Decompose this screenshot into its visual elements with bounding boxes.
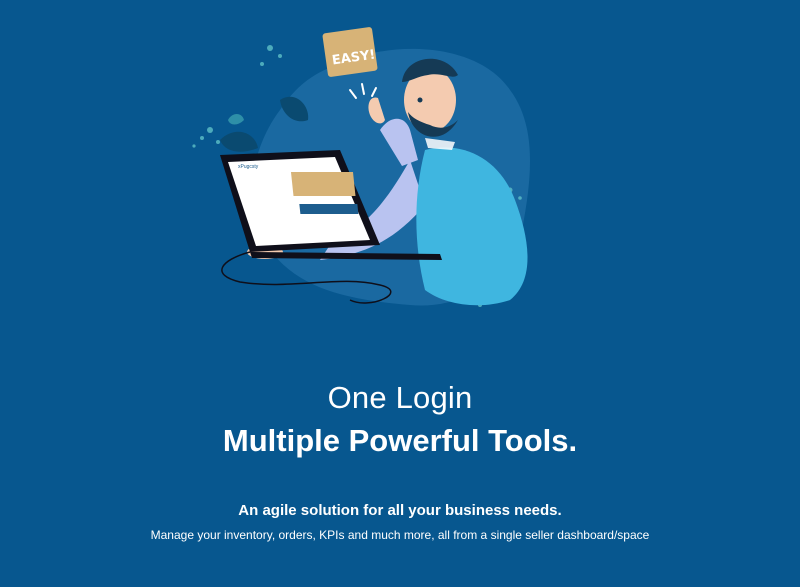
- description: Manage your inventory, orders, KPIs and …: [150, 528, 650, 542]
- hero-illustration: EASY! xPugcsty: [192, 27, 530, 307]
- screen-brand: xPugcsty: [238, 164, 259, 170]
- heading-powerful-tools: Multiple Powerful Tools.: [222, 423, 578, 458]
- heading-one-login: One Login: [327, 380, 473, 415]
- tagline: An agile solution for all your business …: [238, 502, 562, 519]
- sign-illustration: EASY!: [322, 27, 378, 77]
- hero-section: EASY! xPugcsty One Login Multiple Powerf…: [0, 0, 800, 587]
